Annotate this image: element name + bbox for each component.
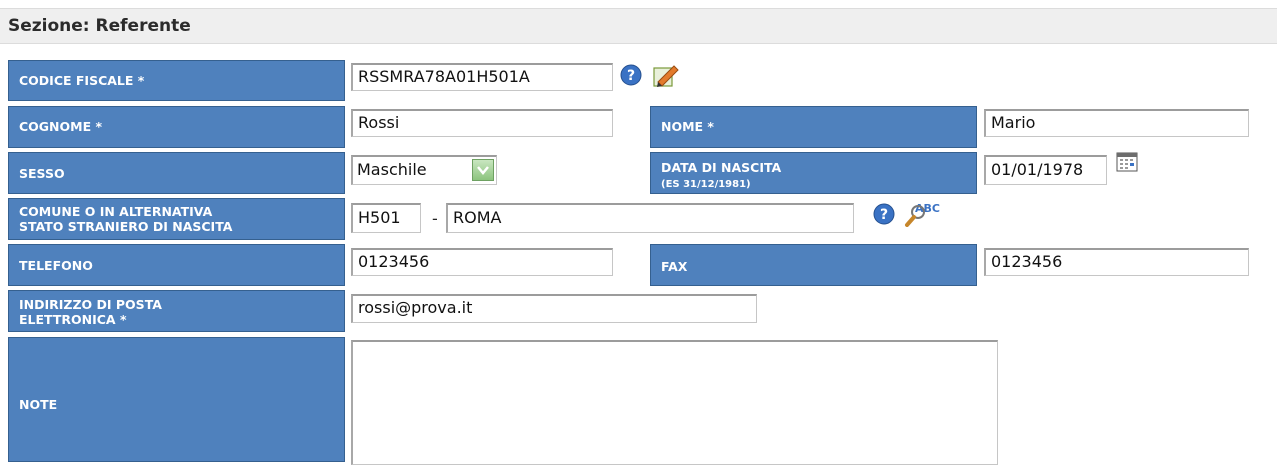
email-label: INDIRIZZO DI POSTA ELETTRONICA * <box>8 290 345 332</box>
comune-nome-input[interactable]: ROMA <box>446 203 854 233</box>
help-icon[interactable]: ? <box>620 64 642 86</box>
telefono-label: TELEFONO <box>8 244 345 286</box>
email-input[interactable]: rossi@prova.it <box>351 294 757 323</box>
nome-label-text: NOME * <box>661 119 714 134</box>
data-nascita-input[interactable]: 01/01/1978 <box>984 155 1107 185</box>
data-nascita-label: DATA DI NASCITA (ES 31/12/1981) <box>650 152 977 194</box>
fax-input[interactable]: 0123456 <box>984 248 1249 276</box>
note-label: NOTE <box>8 337 345 462</box>
nome-input[interactable]: Mario <box>984 109 1249 137</box>
svg-text:ABC: ABC <box>915 202 940 215</box>
help-icon[interactable]: ? <box>873 203 895 225</box>
calendar-icon[interactable] <box>1116 152 1138 172</box>
data-nascita-hint: (ES 31/12/1981) <box>661 179 751 190</box>
codice-fiscale-label: CODICE FISCALE * <box>8 60 345 101</box>
note-textarea[interactable] <box>351 340 998 465</box>
cognome-label: COGNOME * <box>8 106 345 148</box>
fax-label: FAX <box>650 244 977 286</box>
email-label-line2: ELETTRONICA * <box>19 312 127 327</box>
fax-label-text: FAX <box>661 259 688 274</box>
data-nascita-label-text: DATA DI NASCITA <box>661 160 782 175</box>
sesso-label-text: SESSO <box>19 166 65 181</box>
note-label-text: NOTE <box>19 397 58 412</box>
codice-fiscale-label-text: CODICE FISCALE * <box>19 73 145 88</box>
email-label-line1: INDIRIZZO DI POSTA <box>19 297 162 312</box>
sesso-select[interactable]: Maschile <box>351 155 497 185</box>
comune-label: COMUNE O IN ALTERNATIVA STATO STRANIERO … <box>8 198 345 240</box>
telefono-input[interactable]: 0123456 <box>351 248 613 276</box>
comune-codice-input[interactable]: H501 <box>351 203 421 233</box>
cognome-input[interactable]: Rossi <box>351 109 613 137</box>
edit-icon[interactable] <box>652 62 680 88</box>
spellcheck-search-icon[interactable]: ABC <box>903 199 943 227</box>
section-header: Sezione: Referente <box>0 8 1277 44</box>
svg-text:?: ? <box>627 68 635 84</box>
nome-label: NOME * <box>650 106 977 148</box>
sesso-label: SESSO <box>8 152 345 194</box>
telefono-label-text: TELEFONO <box>19 258 93 273</box>
codice-fiscale-input[interactable]: RSSMRA78A01H501A <box>351 63 613 91</box>
comune-label-line1: COMUNE O IN ALTERNATIVA <box>19 204 213 219</box>
comune-separator: - <box>432 209 438 228</box>
comune-label-line2: STATO STRANIERO DI NASCITA <box>19 219 233 234</box>
svg-text:?: ? <box>880 207 888 223</box>
chevron-down-icon[interactable] <box>472 159 494 181</box>
cognome-label-text: COGNOME * <box>19 119 103 134</box>
section-title: Sezione: Referente <box>8 16 191 36</box>
sesso-select-value: Maschile <box>357 160 427 179</box>
